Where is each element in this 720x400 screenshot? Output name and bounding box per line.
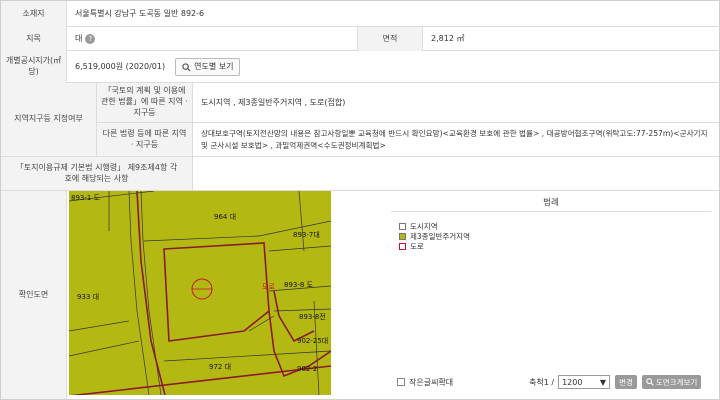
year-view-label: 연도별 보기: [194, 62, 234, 71]
zoning-act-label: 「국토의 계획 및 이용에 관한 법률」에 따른 지역 · 지구등: [97, 83, 193, 123]
map-label-893-1: 893-1 도: [71, 194, 101, 202]
decree-label: 「토지이용규제 기본법 시행령」 제9조제4항 각 호에 해당되는 사항: [1, 157, 193, 191]
legend-item-road: 도로: [399, 241, 470, 251]
scale-controls: 축척1 / 1200 ▼ 변경 도면크게보기: [529, 373, 702, 391]
legend-title: 범례: [391, 194, 711, 212]
address-label: 소재지: [1, 1, 67, 27]
legend-swatch: [399, 242, 406, 250]
legend-swatch: [399, 232, 406, 240]
map-section-label: 확인도면: [1, 191, 67, 399]
year-view-button[interactable]: 연도별 보기: [175, 58, 241, 76]
enlarge-map-label: 도면크게보기: [655, 377, 698, 387]
chevron-down-icon: ▼: [599, 377, 607, 387]
area-value: 2,812 ㎡: [431, 34, 465, 43]
search-icon: [646, 378, 654, 386]
map-label-902-25: 902-25대: [297, 337, 328, 345]
price-row: 개별공시지가(㎡당) 6,519,000원 (2020/01) 연도별 보기: [1, 51, 720, 83]
zoning-section-label: 지역지구등 지정여부: [1, 83, 97, 157]
address-value: 서울특별시 강남구 도곡동 일반 892-6: [75, 9, 205, 18]
price-value: 6,519,000원 (2020/01): [75, 62, 166, 71]
map-graphic: 964 대 893-7대 893-1 도 893-8 도 933 대 972 대…: [69, 191, 331, 395]
decree-value: [193, 157, 719, 191]
enlarge-map-button[interactable]: 도면크게보기: [641, 375, 702, 389]
jimok-value: 대: [75, 34, 83, 43]
enlarge-text-toggle[interactable]: 작은글씨확대: [397, 373, 453, 391]
legend-item-residential: 제3종일반주거지역: [399, 231, 470, 241]
search-icon: [182, 62, 191, 72]
legend-item-urban: 도시지역: [399, 221, 470, 231]
scale-select[interactable]: 1200 ▼: [558, 375, 611, 389]
map-label-893-7: 893-7대: [293, 231, 320, 239]
map-label-972: 972 대: [209, 363, 231, 371]
legend: 도시지역 제3종일반주거지역 도로: [399, 221, 470, 251]
legend-swatch: [399, 222, 406, 230]
zoning-other-label: 다른 법령 등에 따른 지역 · 지구등: [97, 123, 193, 157]
scale-label: 축척1 /: [529, 377, 555, 387]
area-label: 면적: [357, 27, 423, 51]
map-label-933: 933 대: [77, 293, 99, 301]
address-row: 소재지 서울특별시 강남구 도곡동 일반 892-6: [1, 1, 720, 27]
jimok-row: 지목 대 ? 면적 2,812 ㎡: [1, 27, 720, 51]
land-use-plan-panel: 소재지 서울특별시 강남구 도곡동 일반 892-6 지목 대 ? 면적 2,8…: [0, 0, 720, 400]
zoning-other-value: 상대보호구역(토지전산망의 내용은 참고사항일뿐 교육청에 반드시 확인요망)<…: [193, 123, 719, 157]
enlarge-text-label: 작은글씨확대: [409, 377, 454, 387]
help-icon[interactable]: ?: [85, 34, 96, 44]
cadastral-map[interactable]: 964 대 893-7대 893-1 도 893-8 도 933 대 972 대…: [69, 191, 331, 395]
map-label-964: 964 대: [214, 213, 236, 221]
change-button[interactable]: 변경: [615, 375, 637, 389]
price-label: 개별공시지가(㎡당): [1, 51, 67, 83]
zoning-act-value: 도시지역 , 제3종일반주거지역 , 도로(접합): [193, 83, 719, 123]
map-label-893-8jeon: 893-8전: [299, 312, 326, 321]
scale-value: 1200: [562, 377, 583, 387]
jimok-label: 지목: [1, 27, 67, 51]
jimok-cell: 대 ?: [67, 27, 357, 51]
price-cell: 6,519,000원 (2020/01) 연도별 보기: [67, 51, 717, 83]
map-label-road: 도로: [262, 283, 275, 291]
enlarge-text-checkbox[interactable]: [397, 378, 405, 386]
map-label-893-8: 893-8 도: [284, 281, 314, 289]
map-label-902-2: 902-2: [297, 365, 317, 373]
